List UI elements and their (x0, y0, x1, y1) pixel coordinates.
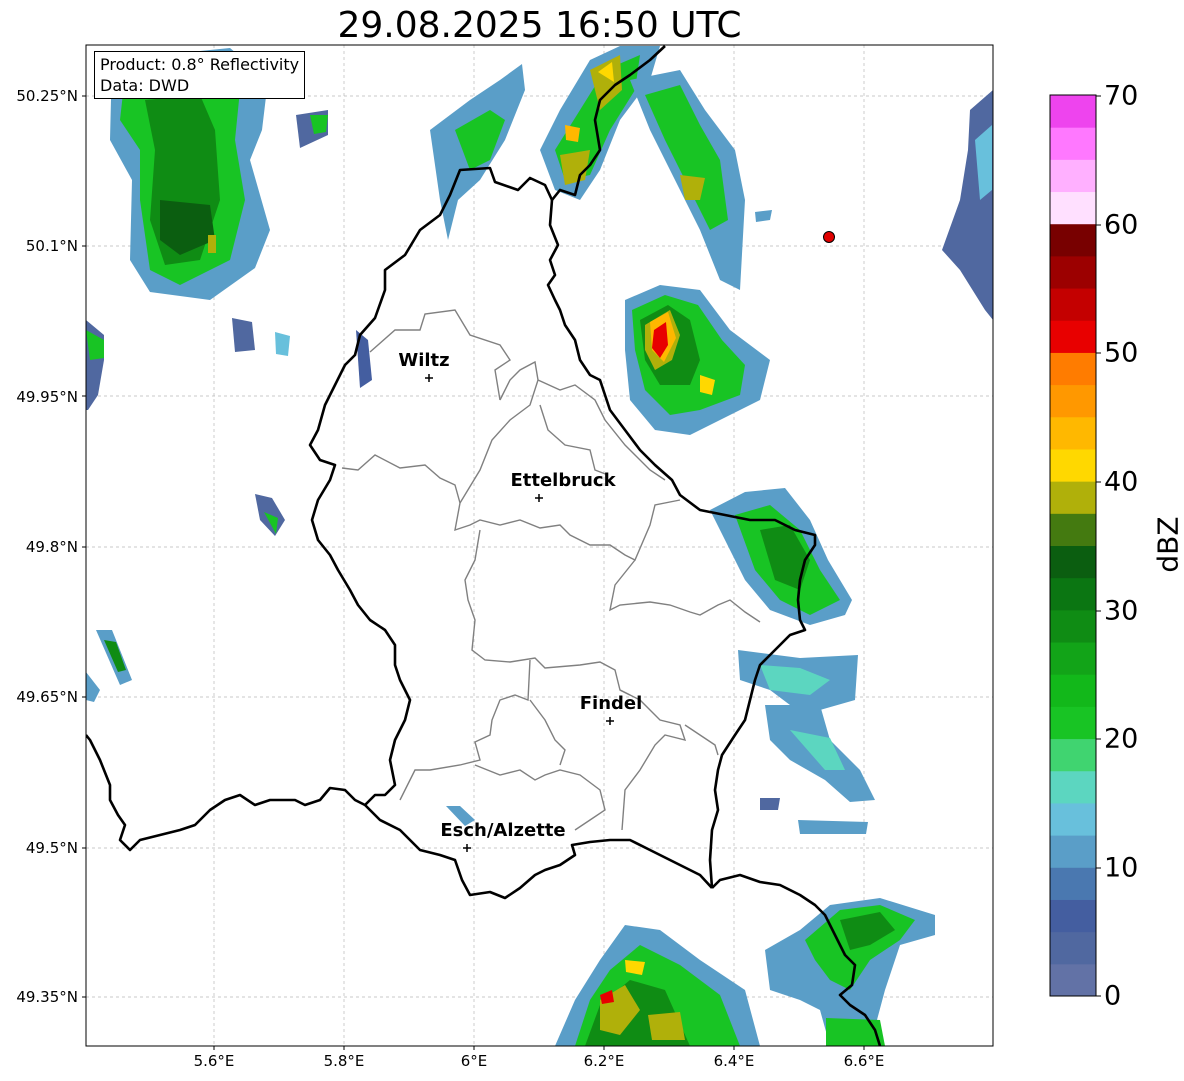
colorbar-tick-label: 70 (1104, 80, 1139, 112)
colorbar-segment (1050, 223, 1096, 257)
info-box: Product: 0.8° Reflectivity Data: DWD (94, 51, 306, 99)
city-label-ettelbruck: Ettelbruck (510, 470, 616, 491)
colorbar-tick-label: 50 (1104, 337, 1139, 369)
lat-tick-label: 50.1°N (25, 237, 78, 255)
city-label-wiltz: Wiltz (398, 350, 450, 371)
colorbar-segment (1050, 577, 1096, 611)
colorbar-segment (1050, 127, 1096, 160)
radar-map (82, 44, 1101, 1050)
city-markers (425, 374, 614, 852)
colorbar-segment (1050, 899, 1096, 933)
colorbar-segment (1050, 448, 1096, 482)
lat-tick-label: 49.35°N (16, 988, 78, 1006)
colorbar-segment (1050, 706, 1096, 740)
colorbar-segment (1050, 835, 1096, 868)
colorbar-segment (1050, 416, 1096, 450)
colorbar-segment (1050, 481, 1096, 514)
colorbar-label: dBZ (1151, 516, 1184, 573)
colorbar-segment (1050, 95, 1096, 128)
radar-site-marker (823, 231, 835, 243)
colorbar-segment (1050, 384, 1096, 418)
colorbar-segment (1050, 802, 1096, 836)
colorbar-segment (1050, 352, 1096, 386)
product-label: Product: 0.8° Reflectivity (100, 55, 300, 74)
colorbar-segment (1050, 642, 1096, 675)
lon-tick-label: 6.4°E (713, 1052, 755, 1070)
data-source-label: Data: DWD (100, 76, 190, 95)
lon-tick-label: 6°E (460, 1052, 488, 1070)
colorbar-segment (1050, 609, 1096, 643)
colorbar-segment (1050, 963, 1096, 997)
colorbar-tick-label: 40 (1104, 466, 1139, 498)
colorbar-segment (1050, 545, 1096, 579)
colorbar-segment (1050, 191, 1096, 225)
colorbar-segment (1050, 255, 1096, 289)
lon-tick-label: 6.6°E (843, 1052, 885, 1070)
lon-tick-label: 5.6°E (193, 1052, 235, 1070)
colorbar-segment (1050, 931, 1096, 965)
colorbar-tick-label: 0 (1104, 980, 1122, 1012)
colorbar (1050, 95, 1096, 997)
colorbar-segment (1050, 674, 1096, 707)
radar-echoes (86, 46, 993, 1046)
lat-tick-label: 50.25°N (16, 87, 78, 105)
colorbar-tick-label: 10 (1104, 852, 1139, 884)
lat-tick-label: 49.95°N (16, 388, 78, 406)
lat-tick-label: 49.5°N (25, 839, 78, 857)
colorbar-segment (1050, 159, 1096, 193)
city-label-esch-alzette: Esch/Alzette (440, 820, 566, 841)
colorbar-tick-label: 60 (1104, 209, 1139, 241)
colorbar-segment (1050, 770, 1096, 804)
city-label-findel: Findel (579, 693, 643, 714)
colorbar-tick-label: 30 (1104, 595, 1139, 627)
lat-tick-label: 49.8°N (25, 538, 78, 556)
colorbar-tick-label: 20 (1104, 723, 1139, 755)
colorbar-segment (1050, 738, 1096, 772)
colorbar-segment (1050, 320, 1096, 353)
colorbar-segment (1050, 288, 1096, 321)
colorbar-segment (1050, 513, 1096, 546)
lon-tick-label: 5.8°E (323, 1052, 365, 1070)
lat-tick-label: 49.65°N (16, 688, 78, 706)
lon-tick-label: 6.2°E (583, 1052, 625, 1070)
colorbar-segment (1050, 867, 1096, 900)
